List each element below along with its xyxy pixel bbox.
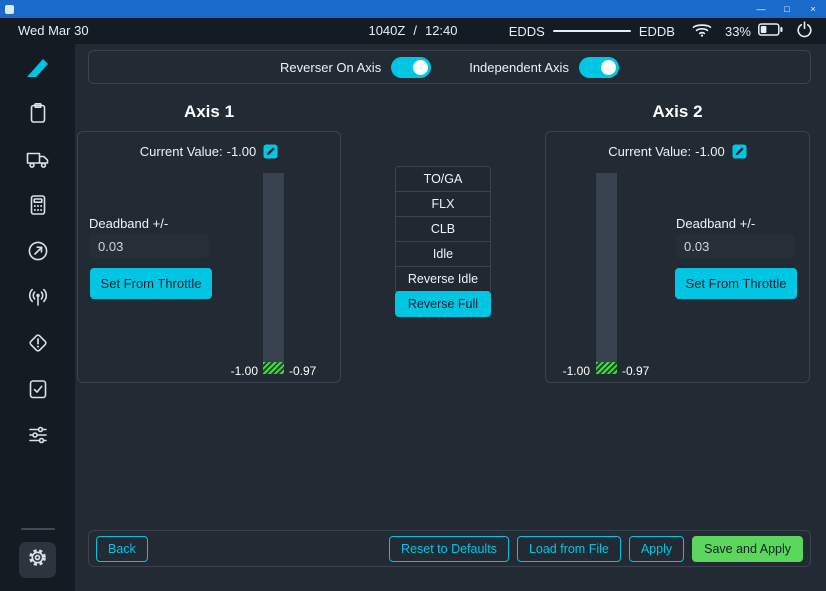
status-date: Wed Mar 30 [18,23,89,38]
sidebar-item-performance[interactable] [22,192,54,222]
save-and-apply-button[interactable]: Save and Apply [692,536,803,562]
toggle-knob [413,60,428,75]
axis1-deadband-input[interactable] [90,234,209,258]
axis2-card: Current Value: -1.00 -1.00 -0.97 Deadban… [545,131,810,383]
window-minimize-button[interactable]: — [748,0,774,18]
axis2-value-bar [596,173,617,374]
load-from-file-button[interactable]: Load from File [517,536,621,562]
independent-toggle-label: Independent Axis [469,60,569,75]
battery-percent: 33% [725,24,751,39]
axis2-title: Axis 2 [545,102,810,122]
sidebar-item-checklists[interactable] [22,376,54,406]
truck-icon [25,147,51,176]
sidebar [0,44,75,591]
axis1-range-high: -0.97 [289,364,316,378]
status-utc-time: 1040Z [368,23,405,38]
axis1-range-low: -1.00 [204,364,258,378]
axis1-value-bar [263,173,284,374]
independent-axis-toggle[interactable] [579,57,619,78]
sidebar-divider [21,528,55,530]
footer-bar: Back Reset to Defaults Load from File Ap… [88,530,811,567]
gauge-icon [26,239,50,268]
app-icon [5,5,14,14]
reset-to-defaults-button[interactable]: Reset to Defaults [389,536,509,562]
back-button[interactable]: Back [96,536,148,562]
window-controls: — □ × [748,0,826,18]
reverser-toggle-group: Reverser On Axis [280,57,431,78]
status-time: 1040Z / 12:40 [368,23,457,38]
flight-route: EDDS EDDB [509,24,675,39]
axis2-current-value-row: Current Value: -1.00 [546,144,809,159]
sidebar-item-failures[interactable] [22,330,54,360]
calculator-icon [26,193,50,222]
status-time-separator: / [413,23,417,38]
status-local-time: 12:40 [425,23,458,38]
sidebar-item-settings[interactable] [19,542,56,578]
power-icon[interactable] [796,21,813,41]
window-maximize-button[interactable]: □ [774,0,800,18]
axis1-deadband-label: Deadband +/- [89,216,168,231]
sidebar-bottom [19,528,56,591]
axis1-current-value-row: Current Value: -1.00 [78,144,340,159]
edit-pencil-icon[interactable] [263,144,278,159]
axis1-set-from-throttle-button[interactable]: Set From Throttle [90,268,212,299]
axis1-card: Current Value: -1.00 -1.00 -0.97 Deadban… [77,131,341,383]
detent-item[interactable]: Reverse Full [395,291,491,317]
statusbar: Wed Mar 30 1040Z / 12:40 EDDS EDDB 33% [0,18,826,44]
window-titlebar: — □ × [0,0,826,18]
detent-item[interactable]: TO/GA [395,166,491,192]
detent-item[interactable]: CLB [395,216,491,242]
battery-status: 33% [725,23,783,39]
wifi-icon [692,22,712,40]
route-origin: EDDS [509,24,545,39]
sidebar-item-dispatch[interactable] [22,100,54,130]
axis1-title: Axis 1 [77,102,341,122]
route-progress-line [553,30,631,32]
detent-item[interactable]: Idle [395,241,491,267]
axis2-deadband-label: Deadband +/- [676,216,755,231]
independent-toggle-group: Independent Axis [469,57,619,78]
current-value-label: Current Value: [140,144,223,159]
detent-item[interactable]: FLX [395,191,491,217]
window-close-button[interactable]: × [800,0,826,18]
antenna-icon [26,285,50,314]
sliders-icon [26,423,50,452]
content-row: Reverser On Axis Independent Axis Axis 1… [0,44,826,591]
warning-icon [26,331,50,360]
axis-options-bar: Reverser On Axis Independent Axis [88,50,811,84]
edit-pencil-icon[interactable] [732,144,747,159]
sidebar-item-presets[interactable] [22,422,54,452]
reverser-toggle-label: Reverser On Axis [280,60,381,75]
detent-item[interactable]: Reverse Idle [395,266,491,292]
apply-button[interactable]: Apply [629,536,684,562]
battery-icon [758,23,783,39]
current-value: -1.00 [227,144,257,159]
gear-icon [26,546,49,574]
reverser-on-axis-toggle[interactable] [391,57,431,78]
axis2-set-from-throttle-button[interactable]: Set From Throttle [675,268,797,299]
sidebar-item-atc[interactable] [22,284,54,314]
route-destination: EDDB [639,24,675,39]
axis2-range-high: -0.97 [622,364,649,378]
axis2-range-low: -1.00 [546,364,590,378]
detent-list: TO/GA FLX CLB Idle Reverse Idle Reverse … [395,166,491,317]
sidebar-item-ground[interactable] [22,146,54,176]
axis2-deadband-marker [596,362,617,374]
clipboard-icon [26,101,50,130]
sidebar-item-navigation[interactable] [22,238,54,268]
axis1-deadband-marker [263,362,284,374]
statusbar-right: EDDS EDDB 33% [509,18,813,44]
toggle-knob [601,60,616,75]
current-value: -1.00 [695,144,725,159]
checklist-icon [26,377,50,406]
brand-logo-icon [22,54,54,84]
current-value-label: Current Value: [608,144,691,159]
axis2-deadband-input[interactable] [676,234,795,258]
main-panel: Reverser On Axis Independent Axis Axis 1… [75,44,826,591]
